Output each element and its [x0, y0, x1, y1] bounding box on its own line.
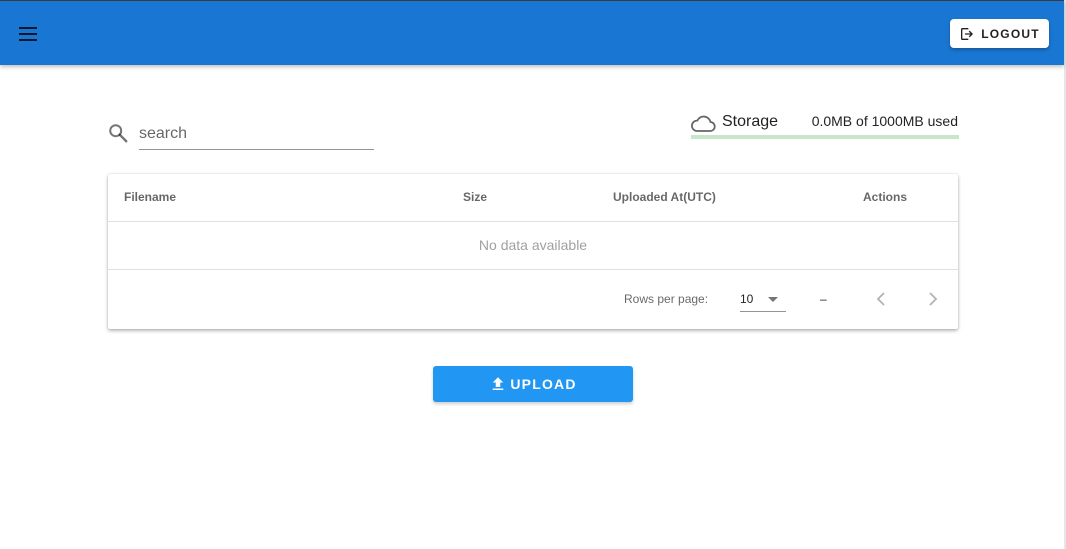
table-footer: Rows per page: 10 – [108, 270, 958, 329]
chevron-right-icon [929, 292, 938, 306]
logout-button[interactable]: LOGOUT [950, 19, 1049, 48]
caret-down-icon [768, 297, 778, 302]
previous-page-button[interactable] [869, 286, 895, 312]
search-input[interactable] [139, 118, 374, 150]
rows-per-page-value: 10 [740, 292, 754, 306]
storage-label: Storage [722, 113, 779, 130]
upload-label: UPLOAD [510, 376, 577, 392]
rows-per-page-label: Rows per page: [624, 292, 709, 306]
files-table: Filename Size Uploaded At(UTC) Actions N… [108, 174, 958, 329]
upload-icon [493, 377, 504, 390]
logout-label: LOGOUT [981, 26, 1040, 41]
column-header-filename[interactable]: Filename [124, 190, 176, 204]
upload-button[interactable]: UPLOAD [433, 366, 633, 402]
column-header-uploaded-at[interactable]: Uploaded At(UTC) [613, 190, 716, 204]
menu-icon [19, 27, 37, 41]
search-icon [109, 124, 128, 143]
column-header-actions: Actions [863, 190, 908, 204]
menu-button[interactable] [14, 21, 42, 47]
page-range-text: – [820, 292, 827, 306]
rows-per-page-select[interactable]: 10 [740, 286, 786, 312]
cloud-icon [691, 115, 716, 132]
storage-used-text: 0.0MB of 1000MB used [811, 113, 958, 129]
logout-icon [961, 27, 974, 40]
empty-state-row: No data available [108, 222, 958, 270]
table-header: Filename Size Uploaded At(UTC) Actions [108, 174, 958, 222]
chevron-left-icon [876, 292, 885, 306]
next-page-button[interactable] [919, 286, 945, 312]
app-bar: LOGOUT [0, 0, 1064, 65]
storage-progress-bar [691, 135, 959, 139]
column-header-size[interactable]: Size [463, 190, 487, 204]
